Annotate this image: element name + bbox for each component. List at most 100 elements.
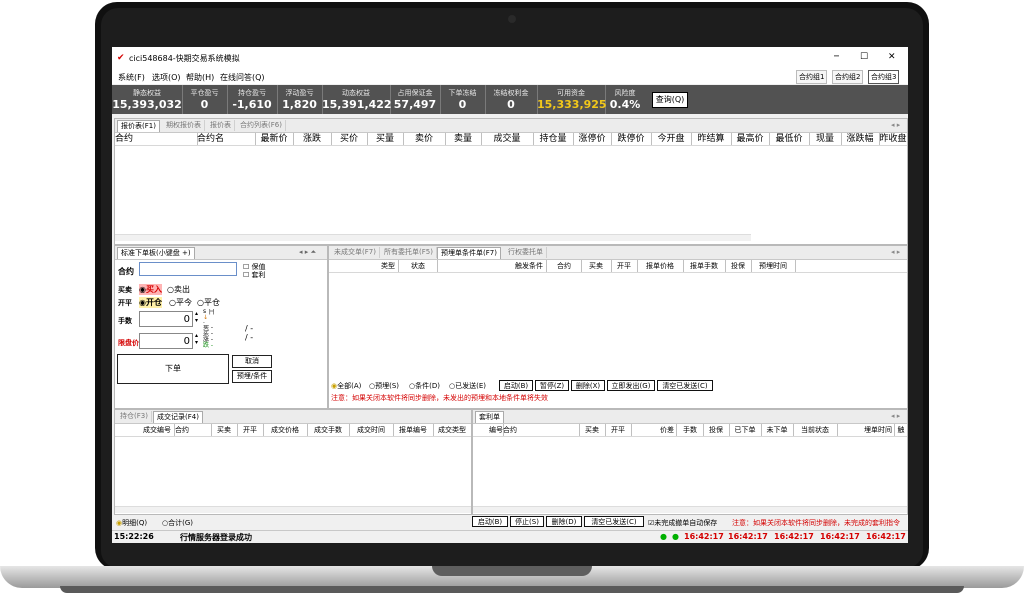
col-arb-id[interactable]: 编号 bbox=[473, 424, 504, 436]
col-order-price[interactable]: 报单价格 bbox=[637, 260, 684, 272]
close-today-radio[interactable]: ○平今 bbox=[169, 297, 192, 308]
sell-radio[interactable]: ○卖出 bbox=[167, 284, 190, 295]
quantity-spin-icon[interactable]: ▴ ▾ bbox=[195, 310, 198, 324]
col-limit-up[interactable]: 涨停价 bbox=[573, 133, 612, 145]
col-trade-order-id[interactable]: 报单编号 bbox=[393, 424, 434, 436]
col-pending-contract[interactable]: 合约 bbox=[547, 260, 582, 272]
open-radio[interactable]: ◉开仓 bbox=[139, 297, 162, 308]
col-ask[interactable]: 卖价 bbox=[403, 133, 446, 145]
col-ask-vol[interactable]: 卖量 bbox=[445, 133, 482, 145]
col-arb-status[interactable]: 当前状态 bbox=[793, 424, 838, 436]
menu-options[interactable]: 选项(O) bbox=[152, 72, 181, 83]
close-button[interactable]: ✕ bbox=[888, 52, 896, 62]
col-arb-qty[interactable]: 手数 bbox=[677, 424, 704, 436]
menu-help[interactable]: 帮助(H) bbox=[186, 72, 214, 83]
col-change[interactable]: 涨跌 bbox=[293, 133, 332, 145]
col-contract[interactable]: 合约 bbox=[115, 133, 198, 145]
place-order-button[interactable]: 下单 bbox=[117, 354, 229, 384]
col-trade-contract[interactable]: 合约 bbox=[175, 424, 212, 436]
query-button[interactable]: 查询(Q) bbox=[652, 92, 688, 108]
col-prev-settle[interactable]: 昨结算 bbox=[691, 133, 732, 145]
col-order-qty[interactable]: 报单手数 bbox=[683, 260, 726, 272]
col-arb-placed[interactable]: 已下单 bbox=[729, 424, 762, 436]
col-current-vol[interactable]: 现量 bbox=[809, 133, 842, 145]
col-trade-direction[interactable]: 买卖 bbox=[211, 424, 238, 436]
detail-radio[interactable]: ◉明细(Q) bbox=[116, 518, 147, 528]
col-volume[interactable]: 成交量 bbox=[481, 133, 534, 145]
col-arb-trigger[interactable]: 触 bbox=[895, 424, 907, 436]
col-trade-price[interactable]: 成交价格 bbox=[263, 424, 308, 436]
quantity-stepper[interactable]: 0 bbox=[139, 311, 193, 327]
col-low[interactable]: 最低价 bbox=[769, 133, 810, 145]
cancel-order-button[interactable]: 取消 bbox=[232, 355, 272, 368]
menu-online-qa[interactable]: 在线问答(Q) bbox=[220, 72, 265, 83]
col-trade-offset[interactable]: 开平 bbox=[237, 424, 264, 436]
quote-hscrollbar[interactable] bbox=[115, 234, 751, 241]
col-arb-contract[interactable]: 合约 bbox=[503, 424, 580, 436]
preorder-condition-button[interactable]: 预埋/条件 bbox=[232, 370, 272, 383]
arbitrage-hscrollbar[interactable] bbox=[473, 506, 907, 513]
arb-start-button[interactable]: 启动(B) bbox=[472, 516, 508, 527]
col-change-pct[interactable]: 涨跌幅 bbox=[841, 133, 880, 145]
col-trade-time[interactable]: 成交时间 bbox=[349, 424, 394, 436]
tab-all-orders[interactable]: 所有委托单(F5) bbox=[381, 247, 437, 258]
price-spin-icon[interactable]: ▴ ▾ bbox=[195, 332, 198, 346]
col-limit-down[interactable]: 跌停价 bbox=[611, 133, 652, 145]
contract-group-2[interactable]: 合约组2 bbox=[832, 70, 864, 84]
col-open-interest[interactable]: 持仓量 bbox=[533, 133, 574, 145]
col-arb-direction[interactable]: 买卖 bbox=[579, 424, 606, 436]
filter-sent-radio[interactable]: ○已发送(E) bbox=[449, 381, 486, 391]
arb-stop-button[interactable]: 停止(S) bbox=[510, 516, 544, 527]
col-arb-time[interactable]: 埋单时间 bbox=[837, 424, 895, 436]
tab-preorder-condition[interactable]: 预埋单条件单(F7) bbox=[437, 247, 501, 259]
col-trade-id[interactable]: 成交编号 bbox=[115, 424, 175, 436]
trades-hscrollbar[interactable] bbox=[115, 506, 471, 513]
tab-standard-order[interactable]: 标准下单板(小键盘 +) bbox=[117, 247, 195, 259]
tab-quote-table[interactable]: 报价表(F1) bbox=[117, 120, 160, 132]
tab-positions[interactable]: 持仓(F3) bbox=[117, 411, 152, 422]
col-pending-offset[interactable]: 开平 bbox=[611, 260, 638, 272]
col-contract-name[interactable]: 合约名 bbox=[197, 133, 256, 145]
buy-radio[interactable]: ◉买入 bbox=[139, 284, 162, 295]
col-hedge[interactable]: 投保 bbox=[725, 260, 752, 272]
arb-clear-sent-button[interactable]: 清空已发送(C) bbox=[584, 516, 644, 527]
tab-scroll-arrows-icon[interactable]: ◂ ▸ bbox=[891, 121, 900, 129]
filter-all-radio[interactable]: ◉全部(A) bbox=[331, 381, 361, 391]
start-button[interactable]: 启动(B) bbox=[499, 380, 533, 391]
col-arb-hedge[interactable]: 投保 bbox=[703, 424, 730, 436]
minimize-button[interactable]: ─ bbox=[834, 52, 839, 62]
panel-collapse-icon[interactable]: ◂ ▸ ⏶ bbox=[299, 248, 316, 257]
arbitrage-scroll-arrows-icon[interactable]: ◂ ▸ bbox=[891, 412, 900, 420]
filter-condition-radio[interactable]: ○条件(D) bbox=[409, 381, 440, 391]
contract-input[interactable] bbox=[139, 262, 237, 276]
tab-exercise-orders[interactable]: 行权委托单 bbox=[505, 247, 547, 258]
contract-group-3[interactable]: 合约组3 bbox=[868, 70, 900, 84]
col-bid[interactable]: 买价 bbox=[331, 133, 368, 145]
col-arb-unplaced[interactable]: 未下单 bbox=[761, 424, 794, 436]
tab-arbitrage-orders[interactable]: 套利单 bbox=[475, 411, 504, 423]
col-arb-spread[interactable]: 价差 bbox=[631, 424, 677, 436]
filter-preorder-radio[interactable]: ○预埋(S) bbox=[369, 381, 399, 391]
col-status[interactable]: 状态 bbox=[399, 260, 438, 272]
col-arb-offset[interactable]: 开平 bbox=[605, 424, 632, 436]
col-bid-vol[interactable]: 买量 bbox=[367, 133, 404, 145]
tab-quote-table-2[interactable]: 报价表 bbox=[207, 120, 235, 131]
total-radio[interactable]: ○合计(G) bbox=[162, 518, 193, 528]
col-open[interactable]: 今开盘 bbox=[651, 133, 692, 145]
price-stepper[interactable]: 0 bbox=[139, 333, 193, 349]
pending-scroll-arrows-icon[interactable]: ◂ ▸ bbox=[891, 248, 900, 256]
col-trigger[interactable]: 触发条件 bbox=[437, 260, 547, 272]
col-type[interactable]: 类型 bbox=[329, 260, 399, 272]
tab-option-quote[interactable]: 期权报价表 bbox=[163, 120, 205, 131]
arbitrage-checkbox[interactable]: ☐ 套利 bbox=[243, 270, 266, 280]
col-trade-type[interactable]: 成交类型 bbox=[433, 424, 471, 436]
col-prev-close[interactable]: 昨收盘 bbox=[879, 133, 907, 145]
delete-button[interactable]: 删除(X) bbox=[571, 380, 605, 391]
auto-save-checkbox[interactable]: ☑未完成撤单自动保存 bbox=[648, 518, 717, 528]
send-now-button[interactable]: 立即发出(G) bbox=[607, 380, 655, 391]
maximize-button[interactable]: ☐ bbox=[860, 52, 868, 62]
tab-trade-records[interactable]: 成交记录(F4) bbox=[153, 411, 203, 423]
menu-system[interactable]: 系统(F) bbox=[118, 72, 145, 83]
col-preorder-time[interactable]: 预埋时间 bbox=[751, 260, 796, 272]
pause-button[interactable]: 暂停(Z) bbox=[535, 380, 569, 391]
